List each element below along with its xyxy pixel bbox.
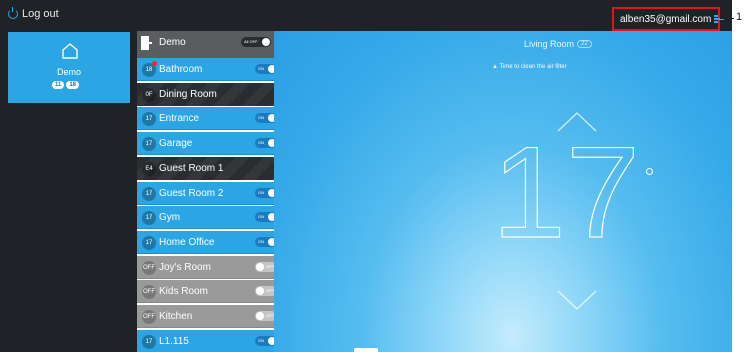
room-name: Home Office (159, 236, 215, 248)
callout-line (720, 18, 734, 19)
room-toggle[interactable]: All OFF (241, 37, 271, 47)
top-bar: Log out alben35@gmail.com (0, 0, 732, 31)
room-temp: E4 (142, 161, 156, 176)
room-name: Dining Room (159, 88, 217, 100)
room-row[interactable]: 17 Gym ON (137, 206, 274, 230)
room-current-temp: 22 (577, 40, 592, 48)
toggle-label: OFF (266, 313, 274, 318)
room-row[interactable]: OFF Kids Room OFF (137, 280, 274, 304)
alert-dot (152, 61, 157, 66)
room-name: Joy's Room (159, 261, 211, 273)
home-icon (62, 43, 78, 59)
toggle-label: OFF (266, 263, 274, 269)
power-icon (8, 7, 18, 19)
room-row[interactable]: 17 L1.115 ON (137, 329, 274, 352)
toggle-knob (256, 287, 264, 296)
toggle-knob (256, 312, 264, 320)
room-temp: 0F (142, 87, 156, 102)
room-title: Living Room 22 (524, 39, 592, 49)
room-name: Kitchen (159, 311, 193, 322)
room-name: Gym (159, 212, 181, 224)
toggle-label: ON (258, 189, 264, 195)
room-temp: OFF (142, 260, 156, 275)
room-name: Entrance (159, 113, 200, 125)
callout-number: 1 (736, 11, 743, 23)
mode-handle[interactable] (354, 348, 378, 352)
room-temp: OFF (142, 285, 156, 300)
room-temp: 17 (142, 334, 156, 349)
toggle-label: ON (258, 115, 264, 121)
room-toggle[interactable]: ON (255, 335, 274, 346)
location-label: Demo (56, 67, 81, 77)
room-row[interactable]: 0F Dining Room (137, 82, 274, 106)
room-row[interactable]: 17 Garage ON (137, 132, 274, 156)
room-row[interactable]: E4 Guest Room 1 (137, 156, 274, 180)
room-list: Demo All OFF 18 Bathroom ON 0F Dining Room 17 En… (137, 31, 274, 352)
chevron-up-icon[interactable] (556, 111, 598, 133)
room-toggle[interactable]: OFF (255, 311, 274, 321)
location-badge-count: 11 (52, 81, 65, 89)
room-toggle[interactable]: ON (255, 187, 274, 198)
location-sidebar: Demo 11 18 (0, 31, 137, 352)
room-name: Bathroom (159, 64, 203, 75)
room-temp: 17 (142, 186, 156, 201)
location-badge-temp: 18 (66, 81, 80, 89)
room-toggle[interactable]: ON (255, 236, 274, 247)
room-toggle[interactable]: ON (255, 113, 274, 124)
account-menu[interactable]: alben35@gmail.com (612, 7, 724, 31)
room-toggle[interactable]: OFF (255, 261, 274, 272)
toggle-label: ON (258, 140, 264, 146)
room-toggle[interactable]: OFF (255, 286, 274, 297)
degree-symbol (646, 168, 653, 175)
toggle-label: ON (258, 337, 264, 343)
chevron-down-icon[interactable] (556, 289, 598, 311)
menu-icon (714, 15, 724, 23)
toggle-label: OFF (266, 288, 274, 294)
room-name: Guest Room 2 (159, 187, 224, 199)
room-toggle[interactable]: ON (255, 212, 274, 223)
room-group-demo[interactable]: Demo All OFF (137, 31, 274, 58)
toggle-knob (262, 38, 270, 46)
room-row[interactable]: OFF Joy's Room OFF (137, 255, 274, 279)
toggle-label: All OFF (244, 39, 258, 44)
room-row[interactable]: 18 Bathroom ON (137, 58, 274, 81)
room-name: Demo (159, 37, 186, 48)
room-name: Kids Room (159, 286, 208, 298)
door-icon (141, 36, 152, 50)
room-row[interactable]: 17 Entrance ON (137, 107, 274, 131)
room-temp: 17 (142, 211, 156, 226)
room-title-label: Living Room (524, 39, 575, 49)
room-name: Garage (159, 138, 193, 150)
room-row[interactable]: 17 Home Office ON (137, 230, 274, 254)
thermostat-panel: Living Room 22 ▲ Time to clean the air f… (274, 31, 732, 352)
room-toggle[interactable]: ON (255, 138, 274, 149)
room-toggle[interactable]: ON (255, 64, 274, 74)
setpoint-value: 17 (492, 139, 640, 239)
logout-label: Log out (22, 8, 59, 20)
account-email: alben35@gmail.com (620, 13, 712, 25)
room-temp: 17 (142, 112, 156, 127)
filter-notice: ▲ Time to clean the air filter (492, 64, 567, 70)
location-tile-demo[interactable]: Demo 11 18 (8, 32, 130, 103)
room-row[interactable]: OFF Kitchen OFF (137, 305, 274, 328)
room-row[interactable]: 17 Guest Room 2 ON (137, 181, 274, 205)
toggle-label: ON (258, 214, 264, 220)
setpoint-display: 17 (492, 139, 641, 239)
room-temp: OFF (142, 310, 156, 324)
room-name: Guest Room 1 (159, 162, 224, 174)
toggle-label: ON (258, 238, 264, 244)
room-name: L1.115 (159, 335, 189, 347)
toggle-label: ON (258, 66, 264, 71)
room-temp: 17 (142, 137, 156, 152)
room-temp: 17 (142, 235, 156, 250)
logout-button[interactable]: Log out (8, 7, 59, 20)
toggle-knob (256, 262, 264, 271)
